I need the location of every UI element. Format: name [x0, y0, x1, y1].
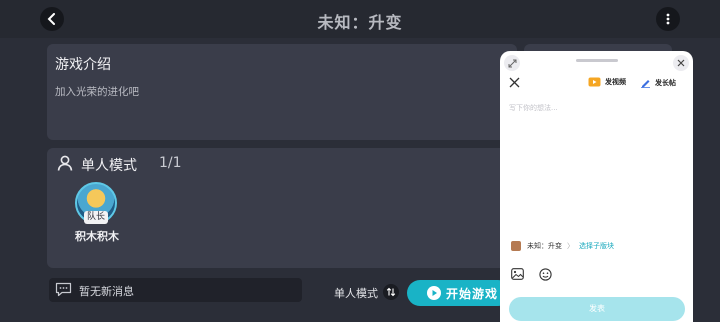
video-icon [588, 77, 601, 87]
game-tag-name: 未知：升变 [527, 242, 562, 250]
image-icon[interactable] [511, 268, 524, 280]
emoji-icon[interactable] [539, 268, 552, 281]
game-thumbnail [511, 241, 521, 251]
mode-switch-button[interactable] [383, 284, 399, 300]
compose-sheet: 发视频 发长帖 写下你的想法... 未知：升变 〉 选择子版块 发表 [500, 51, 693, 322]
close-editor-icon[interactable] [509, 77, 520, 88]
dismiss-button[interactable] [673, 55, 689, 71]
more-button[interactable] [656, 7, 680, 31]
expand-button[interactable] [504, 55, 520, 71]
pen-icon [641, 80, 650, 88]
mode-switch-label: 单人模式 [334, 287, 378, 300]
more-vertical-icon [666, 13, 670, 25]
swap-icon [386, 287, 396, 297]
game-intro-panel: 游戏介绍 加入光荣的进化吧 [47, 44, 517, 140]
game-tag[interactable]: 未知：升变 〉 选择子版块 [511, 241, 614, 251]
select-section-link[interactable]: 选择子版块 [579, 241, 614, 251]
message-bar[interactable]: 暂无新消息 [49, 278, 302, 302]
post-long-label: 发长帖 [655, 78, 676, 87]
start-game-button[interactable]: 开始游戏 [407, 280, 511, 306]
post-video-label: 发视频 [605, 78, 626, 86]
drag-handle[interactable] [576, 59, 618, 62]
page-title: 未知：升变 [317, 13, 403, 32]
expand-icon [508, 59, 516, 67]
post-long-button[interactable]: 发长帖 [640, 77, 676, 88]
mode-label: 单人模式 [81, 158, 137, 174]
intro-description: 加入光荣的进化吧 [55, 86, 139, 98]
close-icon [677, 59, 685, 67]
player-count: 1/1 [159, 155, 182, 171]
message-placeholder: 暂无新消息 [79, 285, 134, 298]
top-bar: 未知：升变 [0, 0, 720, 38]
chevron-right-icon: 〉 [567, 242, 574, 250]
start-game-label: 开始游戏 [446, 286, 499, 301]
chat-bubble-icon [55, 282, 72, 297]
captain-badge: 队长 [84, 211, 108, 224]
post-video-button[interactable]: 发视频 [588, 77, 626, 87]
mode-panel: 单人模式 1/1 队长 积木积木 [47, 148, 517, 268]
editor-input[interactable]: 写下你的想法... [509, 103, 558, 113]
intro-heading: 游戏介绍 [55, 57, 111, 73]
publish-button[interactable]: 发表 [509, 297, 685, 321]
player-name: 积木积木 [75, 230, 119, 243]
play-icon [427, 286, 441, 300]
user-icon [57, 155, 73, 171]
